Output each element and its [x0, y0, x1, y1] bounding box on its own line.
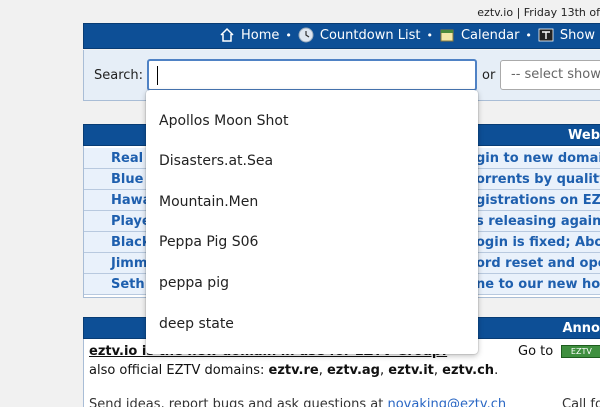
domains-prefix: also official EZTV domains: [89, 363, 269, 378]
news-row-right[interactable]: gistrations on EZTV [476, 193, 600, 208]
nav-separator: • [285, 28, 292, 42]
news-row-left[interactable]: Seth [111, 277, 145, 292]
domain-link[interactable]: eztv.ag [327, 363, 380, 378]
nav-countdown-label: Countdown List [319, 27, 421, 43]
nav-home-label: Home [241, 27, 280, 43]
main-nav-bar: Home • Countdown List • Calendar • Show [83, 23, 600, 49]
or-label: or [482, 68, 496, 83]
nav-separator: • [525, 28, 532, 42]
tv-icon [538, 28, 554, 42]
text-caret [157, 66, 158, 85]
clock-icon [298, 27, 314, 43]
autocomplete-item[interactable]: peppa pig [146, 264, 478, 304]
autocomplete-item-label[interactable]: deep state [159, 316, 234, 332]
news-row-right[interactable]: s releasing again! [476, 214, 600, 229]
autocomplete-item-label[interactable]: Apollos Moon Shot [159, 113, 288, 129]
domain-link[interactable]: eztv.it [388, 363, 434, 378]
domain-link[interactable]: eztv.re [269, 363, 319, 378]
autocomplete-item[interactable]: Apollos Moon Shot [146, 102, 478, 142]
home-icon [220, 27, 234, 42]
nav-calendar-label: Calendar [460, 27, 520, 43]
autocomplete-item[interactable]: Peppa Pig S06 [146, 223, 478, 263]
news-row-right[interactable]: ord reset and oper [476, 256, 600, 271]
autocomplete-item-label[interactable]: Mountain.Men [159, 194, 258, 210]
autocomplete-item[interactable]: deep state [146, 305, 478, 345]
autocomplete-item-label[interactable]: Peppa Pig S06 [159, 234, 258, 250]
autocomplete-item[interactable]: Disasters.at.Sea [146, 142, 478, 182]
autocomplete-item-label[interactable]: peppa pig [159, 275, 229, 291]
nav-separator: • [426, 28, 433, 42]
nav-show-label: Show [559, 27, 595, 43]
announcements-header-title: Anno [562, 321, 600, 336]
news-row-left[interactable]: Blue [111, 172, 143, 187]
eztv-badge[interactable]: EZTV [561, 345, 600, 358]
autocomplete-item-label[interactable]: Disasters.at.Sea [159, 153, 273, 169]
nav-countdown[interactable]: Countdown List [298, 27, 421, 43]
search-input[interactable] [147, 59, 477, 91]
nav-home[interactable]: Home [219, 27, 279, 43]
news-row-left[interactable]: Jimm [111, 256, 147, 271]
official-domains-line: also official EZTV domains: eztv.re, ezt… [89, 363, 499, 378]
calendar-icon [440, 29, 454, 42]
site-date-line: eztv.io | Friday 13th of [477, 6, 600, 19]
show-select[interactable]: -- select show [500, 60, 600, 90]
call-text: Call fo [562, 397, 600, 407]
contact-email-link[interactable]: novaking@eztv.ch [387, 397, 506, 407]
news-row-left[interactable]: Black [111, 235, 151, 250]
news-row-left[interactable]: Real [111, 151, 143, 166]
goto-label: Go to [518, 344, 554, 359]
contact-line: Send ideas, report bugs and ask question… [89, 397, 506, 407]
contact-prefix: Send ideas, report bugs and ask question… [89, 397, 388, 407]
search-label: Search: [94, 68, 144, 83]
nav-show[interactable]: Show [538, 27, 595, 43]
news-row-left[interactable]: Playe [111, 214, 151, 229]
news-row-right[interactable]: gin to new domain [476, 151, 600, 166]
news-row-right[interactable]: ogin is fixed; Abou [476, 235, 600, 250]
goto-eztv[interactable]: Go to EZTV [518, 344, 600, 359]
search-autocomplete-dropdown: Apollos Moon Shot Disasters.at.Sea Mount… [146, 90, 478, 354]
news-row-right[interactable]: ne to our new hom [476, 277, 600, 292]
autocomplete-item[interactable]: Mountain.Men [146, 183, 478, 223]
news-header-title: Web [568, 128, 600, 143]
nav-calendar[interactable]: Calendar [439, 27, 519, 43]
news-row-right[interactable]: orrents by quality [476, 172, 600, 187]
domain-link[interactable]: eztv.ch [442, 363, 494, 378]
